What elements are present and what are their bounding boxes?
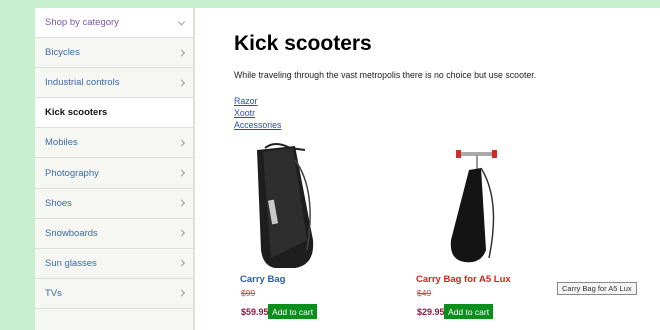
chevron-right-icon — [177, 289, 186, 297]
sidebar-item-sun-glasses[interactable]: Sun glasses — [35, 249, 193, 279]
product-name[interactable]: Carry Bag for A5 Lux — [416, 274, 511, 285]
sidebar-item-mobiles[interactable]: Mobiles — [35, 128, 193, 159]
sidebar-item-shoes[interactable]: Shoes — [35, 189, 193, 219]
product-image[interactable] — [235, 140, 385, 270]
shop-by-category-header[interactable]: Shop by category — [35, 8, 193, 39]
link-razor[interactable]: Razor — [234, 95, 281, 107]
sidebar-item-tvs[interactable]: TVs — [35, 279, 193, 309]
chevron-right-icon — [177, 169, 186, 177]
product-price: $59.95 — [241, 307, 269, 317]
category-description: While traveling through the vast metropo… — [234, 70, 537, 80]
tooltip: Carry Bag for A5 Lux — [557, 282, 637, 295]
sidebar-item-label: Photography — [45, 167, 99, 179]
chevron-right-icon — [177, 259, 186, 267]
main-content: Kick scooters While traveling through th… — [195, 0, 660, 330]
page-title: Kick scooters — [234, 32, 372, 55]
link-accessories[interactable]: Accessories — [234, 119, 281, 131]
chevron-down-icon — [177, 18, 186, 26]
sidebar-item-industrial-controls[interactable]: Industrial controls — [35, 68, 193, 99]
subcategory-links: Razor Xootr Accessories — [234, 95, 281, 131]
sidebar-item-label: Industrial controls — [45, 77, 120, 89]
sidebar-item-bicycles[interactable]: Bicycles — [35, 38, 193, 69]
sidebar-item-label: Snowboards — [45, 227, 98, 239]
sidebar-item-photography[interactable]: Photography — [35, 158, 193, 189]
product-name[interactable]: Carry Bag — [240, 274, 285, 285]
chevron-right-icon — [177, 199, 186, 207]
sidebar-item-kick-scooters[interactable]: Kick scooters — [35, 98, 193, 129]
chevron-right-icon — [177, 49, 186, 57]
chevron-right-icon — [177, 139, 186, 147]
sidebar-item-snowboards[interactable]: Snowboards — [35, 219, 193, 249]
add-to-cart-button[interactable]: Add to cart — [444, 304, 494, 319]
category-sidebar: Shop by category Bicycles Industrial con… — [35, 8, 194, 330]
product-price: $29.95 — [417, 307, 445, 317]
add-to-cart-button[interactable]: Add to cart — [268, 304, 318, 319]
product-card: Carry Bag $99 $59.95 Add to cart — [235, 140, 385, 325]
page-background — [0, 0, 35, 330]
top-strip — [195, 0, 660, 8]
sidebar-item-label: Kick scooters — [45, 107, 108, 119]
link-xootr[interactable]: Xootr — [234, 107, 281, 119]
product-image[interactable] — [411, 140, 511, 270]
sidebar-item-label: Shoes — [45, 197, 72, 209]
sidebar-header-label: Shop by category — [45, 17, 119, 29]
sidebar-item-label: Bicycles — [45, 47, 80, 59]
sidebar-item-label: Mobiles — [45, 137, 78, 149]
chevron-right-icon — [177, 229, 186, 237]
chevron-right-icon — [177, 79, 186, 87]
sidebar-item-label: TVs — [45, 287, 62, 299]
sidebar-item-label: Sun glasses — [45, 257, 97, 269]
product-old-price: $99 — [241, 288, 256, 298]
product-old-price: $49 — [417, 288, 432, 298]
product-card: Carry Bag for A5 Lux $49 $29.95 Add to c… — [411, 140, 571, 325]
